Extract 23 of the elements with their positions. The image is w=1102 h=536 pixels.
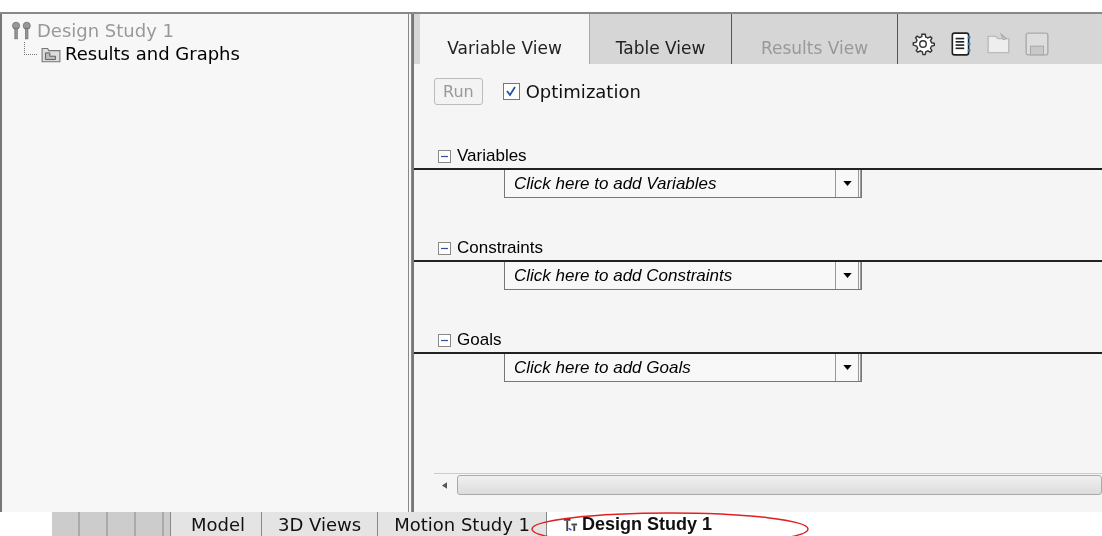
view-tab[interactable]: Table View — [590, 14, 732, 64]
collapse-toggle-icon[interactable] — [438, 149, 451, 163]
view-tab[interactable]: Variable View — [420, 14, 590, 64]
bottom-tab[interactable]: 3D Views — [261, 512, 378, 536]
section-title: Variables — [457, 146, 527, 166]
dropdown-arrow-icon — [842, 365, 852, 370]
dropdown-arrow-icon — [842, 273, 852, 278]
scroll-left-arrow-icon[interactable] — [442, 481, 447, 489]
horizontal-scrollbar[interactable] — [434, 473, 1102, 496]
add-dropdown[interactable]: Click here to add Goals — [504, 354, 862, 382]
checkbox[interactable] — [502, 82, 520, 100]
collapse-toggle-icon[interactable] — [438, 333, 451, 347]
design-study-icon — [10, 21, 34, 40]
dropdown-arrow-icon — [842, 181, 852, 186]
add-dropdown[interactable]: Click here to add Variables — [504, 170, 862, 198]
checkbox-label: Optimization — [525, 80, 641, 102]
section-title: Constraints — [457, 238, 543, 258]
add-dropdown[interactable]: Click here to add Constraints — [504, 262, 862, 290]
settings-icon[interactable] — [910, 31, 936, 57]
bottom-tab[interactable]: Motion Study 1 — [377, 512, 547, 536]
bottom-tab[interactable]: Model — [170, 512, 262, 536]
section-title: Goals — [457, 330, 502, 350]
collapse-toggle-icon[interactable] — [438, 241, 451, 255]
